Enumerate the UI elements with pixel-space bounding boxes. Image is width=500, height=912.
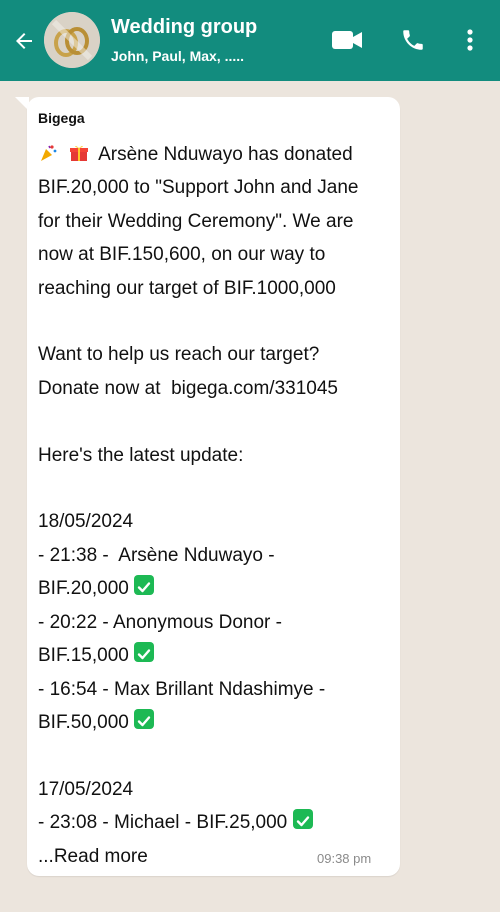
message-line: BIF.20,000 to "Support John and Jane (38, 177, 359, 199)
message-timestamp: 09:38 pm (317, 851, 372, 866)
message-line[interactable]: Donate now at bigega.com/331045 (38, 378, 338, 399)
check-mark-icon (134, 708, 155, 729)
donation-entry: - 21:38 - Arsène Nduwayo - (38, 544, 275, 566)
donation-amount: BIF.20,000 (38, 578, 129, 600)
back-arrow-icon[interactable] (10, 27, 38, 55)
message-line: Want to help us reach our target? (38, 344, 320, 366)
message-line: Arsène Nduwayo has donated (98, 144, 353, 165)
donation-entry: - 16:54 - Max Brillant Ndashimye - (38, 678, 326, 700)
message-sender[interactable]: Bigega (38, 110, 85, 126)
check-mark-icon (292, 809, 313, 830)
donation-entry: - 23:08 - Michael - BIF.25,000 (38, 812, 288, 834)
message-line: reaching our target of BIF.1000,000 (38, 277, 336, 299)
message-text: Arsène Nduwayo has donated BIF.20,000 to… (38, 138, 393, 873)
gift-icon (69, 141, 89, 161)
check-mark-icon (134, 575, 155, 596)
chat-title-block[interactable]: Wedding group John, Paul, Max, ..... (111, 14, 257, 66)
donation-entry: - 20:22 - Anonymous Donor - (38, 611, 282, 633)
donation-amount: BIF.15,000 (38, 645, 129, 667)
video-call-icon[interactable] (330, 26, 364, 54)
chat-title: Wedding group (111, 16, 258, 38)
check-mark-icon (134, 642, 155, 663)
message-line: for their Wedding Ceremony". We are (38, 210, 354, 232)
group-avatar[interactable] (44, 12, 100, 68)
chat-header: Wedding group John, Paul, Max, ..... (0, 0, 500, 81)
phone-icon[interactable] (398, 26, 428, 54)
party-popper-icon (38, 141, 58, 161)
message-line: now at BIF.150,600, on our way to (38, 244, 326, 266)
update-date: 17/05/2024 (38, 778, 134, 800)
more-options-icon[interactable] (460, 26, 480, 54)
message-line: Here's the latest update: (38, 444, 244, 466)
donation-amount: BIF.50,000 (38, 711, 129, 733)
update-date: 18/05/2024 (38, 511, 134, 533)
read-more-link[interactable]: ...Read more (38, 846, 148, 867)
chat-subtitle: John, Paul, Max, ..... (111, 48, 245, 64)
